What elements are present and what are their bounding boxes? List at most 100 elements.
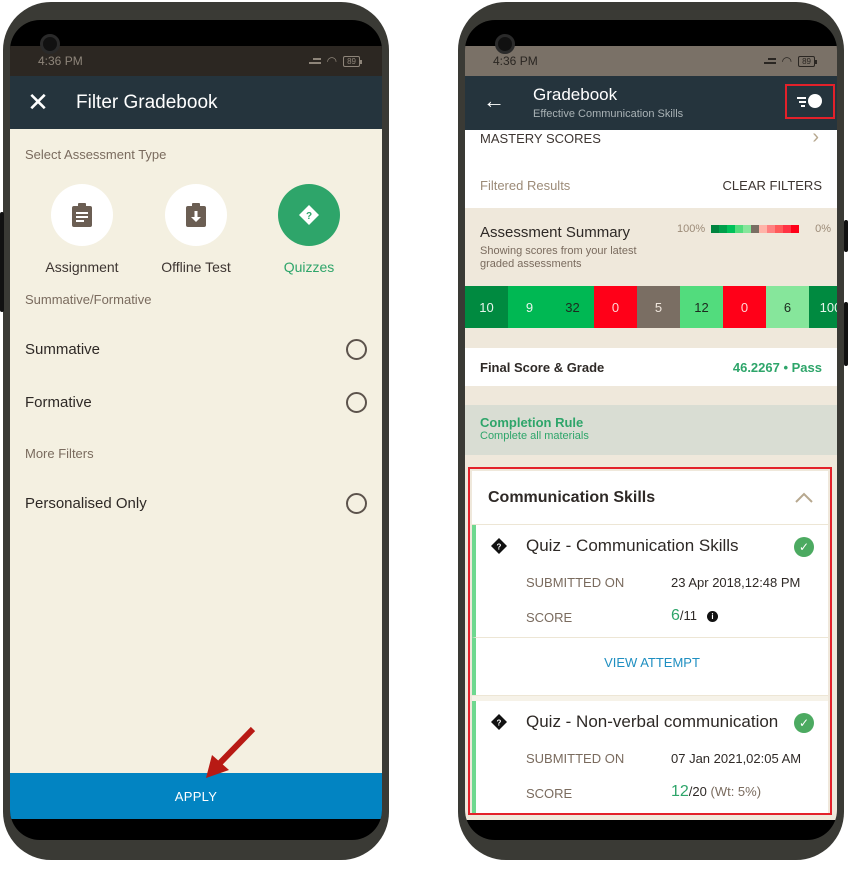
score-value: 6/11 i — [671, 607, 719, 625]
score-cell[interactable]: 32 — [551, 286, 594, 328]
legend-swatch — [751, 225, 760, 233]
legend-swatch — [791, 225, 800, 233]
score-strip: 10932051206100 — [465, 286, 837, 328]
assessment-type-assignment[interactable]: Assignment — [45, 184, 119, 275]
submitted-on-label: SUBMITTED ON — [526, 751, 625, 766]
svg-text:?: ? — [497, 719, 502, 728]
score-cell[interactable]: 0 — [723, 286, 766, 328]
option-formative-label: Formative — [25, 394, 92, 411]
score-legend: 100% 0% — [677, 223, 831, 235]
score-total: /11 — [679, 608, 698, 623]
final-score-label: Final Score & Grade — [480, 359, 605, 375]
more-filters-label: More Filters — [25, 446, 94, 461]
legend-swatch — [775, 225, 784, 233]
clear-filters-button[interactable]: CLEAR FILTERS — [723, 178, 822, 193]
completion-rule-title: Completion Rule — [480, 415, 584, 430]
chevron-right-icon[interactable]: › — [812, 130, 819, 149]
phone-gradebook-screen: 4:36 PM ◠ 89 ← Gradebook Effective Commu… — [458, 2, 848, 860]
score-obtained: 6 — [671, 607, 680, 624]
option-personalised-label: Personalised Only — [25, 495, 147, 512]
page-title: Filter Gradebook — [76, 91, 218, 113]
assessment-type-label-assignment: Assignment — [45, 259, 119, 275]
quiz-item: ? Quiz - Non-verbal communication ✓ SUBM… — [472, 701, 828, 813]
quiz-diamond-icon: ? — [491, 714, 507, 730]
submitted-on-value: 23 Apr 2018,12:48 PM — [671, 575, 801, 590]
filter-body: Select Assessment Type Assignment Offlin… — [10, 129, 382, 773]
legend-swatch — [743, 225, 752, 233]
score-weight: (Wt: 5%) — [710, 784, 762, 799]
status-bar: 4:36 PM ◠ 89 — [10, 46, 382, 76]
assessment-type-offline-test[interactable]: Offline Test — [161, 184, 231, 275]
phone-side-button — [844, 220, 848, 252]
assessment-type-label-offline-test: Offline Test — [161, 259, 231, 275]
score-cell[interactable]: 6 — [766, 286, 809, 328]
final-score-row: Final Score & Grade 46.2267 • Pass — [465, 348, 837, 386]
gradebook-app-bar: ← Gradebook Effective Communication Skil… — [465, 76, 837, 130]
mastery-scores-link[interactable]: MASTERY SCORES — [480, 131, 601, 146]
quiz-title[interactable]: Quiz - Non-verbal communication — [526, 712, 778, 732]
view-attempt-button[interactable]: VIEW ATTEMPT — [476, 655, 828, 670]
completed-check-icon: ✓ — [794, 713, 814, 733]
submitted-on-label: SUBMITTED ON — [526, 575, 625, 590]
phone-side-button — [0, 212, 4, 312]
quiz-item-actions: VIEW ATTEMPT — [472, 637, 828, 695]
legend-swatch — [711, 225, 720, 233]
score-obtained: 12 — [671, 783, 689, 800]
group-header[interactable]: Communication Skills — [472, 471, 828, 525]
score-cell[interactable]: 0 — [594, 286, 637, 328]
battery-icon: 89 — [798, 55, 817, 67]
option-formative[interactable]: Formative — [25, 392, 367, 413]
assessment-type-quizzes[interactable]: ? Quizzes — [277, 184, 341, 275]
chevron-up-icon[interactable] — [794, 492, 814, 504]
score-cell[interactable]: 100 — [809, 286, 837, 328]
gradebook-content: MASTERY SCORES › Filtered Results CLEAR … — [465, 130, 837, 820]
page-title: Gradebook — [533, 85, 618, 104]
wifi-icon: ◠ — [781, 54, 793, 68]
filter-app-bar: ✕ Filter Gradebook — [10, 76, 382, 129]
legend-high: 100% — [677, 223, 706, 235]
completed-check-icon: ✓ — [794, 537, 814, 557]
legend-swatch — [767, 225, 776, 233]
score-cell[interactable]: 5 — [637, 286, 680, 328]
legend-swatch — [719, 225, 728, 233]
option-personalised-only[interactable]: Personalised Only — [25, 493, 367, 514]
back-arrow-icon[interactable]: ← — [483, 88, 505, 114]
option-summative[interactable]: Summative — [25, 339, 367, 360]
assessment-type-label-quizzes: Quizzes — [283, 259, 335, 275]
quiz-title[interactable]: Quiz - Communication Skills — [526, 536, 739, 556]
legend-low: 0% — [815, 223, 832, 235]
group-title: Communication Skills — [488, 488, 656, 506]
close-button[interactable]: ✕ — [10, 87, 66, 118]
phone-side-button — [844, 302, 848, 366]
assessment-group: Communication Skills ? Quiz - Communicat… — [472, 471, 828, 813]
score-cell[interactable]: 10 — [465, 286, 508, 328]
score-cell[interactable]: 9 — [508, 286, 551, 328]
legend-swatch — [783, 225, 792, 233]
assessment-summary-subtitle: Showing scores from your latest graded a… — [480, 245, 637, 270]
annotation-arrow-icon — [206, 726, 256, 778]
status-time: 4:36 PM — [493, 54, 538, 68]
signal-icon — [763, 58, 776, 64]
formative-radio[interactable] — [346, 392, 367, 413]
filter-button[interactable] — [785, 84, 835, 119]
quiz-diamond-icon: ? — [299, 205, 319, 225]
completion-rule: Completion Rule Complete all materials — [465, 405, 837, 455]
clipboard-download-icon — [186, 203, 206, 227]
close-icon: ✕ — [27, 87, 49, 117]
camera-icon — [40, 34, 60, 54]
quiz-diamond-icon: ? — [491, 538, 507, 554]
filter-toggle-icon — [797, 93, 822, 108]
final-score-value: 46.2267 • Pass — [732, 359, 822, 375]
option-summative-label: Summative — [25, 341, 101, 358]
info-icon[interactable]: i — [707, 611, 719, 622]
page-subtitle: Effective Communication Skills — [533, 108, 684, 120]
apply-button[interactable]: APPLY — [10, 773, 382, 819]
phone-filter-screen: 4:36 PM ◠ 89 ✕ Filter Gradebook Select A… — [0, 2, 389, 860]
battery-icon: 89 — [343, 55, 362, 67]
score-cell[interactable]: 12 — [680, 286, 723, 328]
status-bar: 4:36 PM ◠ 89 — [465, 46, 837, 76]
camera-icon — [495, 34, 515, 54]
personalised-radio[interactable] — [346, 493, 367, 514]
mastery-section: MASTERY SCORES › Filtered Results CLEAR … — [465, 130, 837, 208]
summative-radio[interactable] — [346, 339, 367, 360]
